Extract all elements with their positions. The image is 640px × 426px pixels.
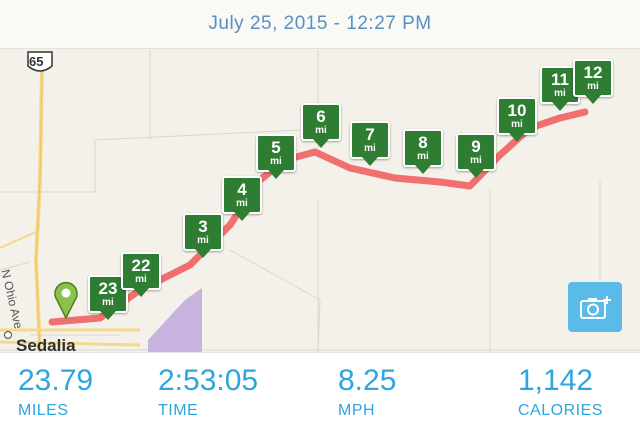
mile-marker[interactable]: 9 mi: [456, 133, 496, 178]
mile-number: 7: [365, 125, 375, 144]
mile-number: 9: [471, 137, 481, 156]
stat-mph: 8.25 MPH: [338, 365, 396, 420]
mile-unit: mi: [470, 155, 482, 166]
mile-unit: mi: [236, 198, 248, 209]
mile-unit: mi: [511, 119, 523, 130]
mile-number: 8: [418, 133, 428, 152]
park-area: [148, 288, 202, 352]
route-map[interactable]: 65 N Ohio Ave Sedalia 23 mi 22 mi 3 mi 4 mi …: [0, 0, 640, 355]
stat-value: 2:53:05: [158, 364, 259, 397]
mile-marker[interactable]: 12 mi: [573, 59, 613, 104]
stat-miles: 23.79 MILES: [18, 365, 93, 420]
mile-unit: mi: [554, 88, 566, 99]
workout-datetime: July 25, 2015 - 12:27 PM: [208, 13, 432, 34]
stat-value: 23.79: [18, 364, 94, 397]
stat-label: CALORIES: [518, 402, 603, 419]
mile-number: 10: [507, 101, 527, 120]
mile-marker[interactable]: 7 mi: [350, 121, 390, 166]
mile-number: 23: [98, 279, 118, 298]
mile-number: 22: [131, 256, 151, 275]
stat-label: TIME: [158, 402, 199, 419]
mile-unit: mi: [417, 151, 429, 162]
stat-calories: 1,142 CALORIES: [518, 365, 603, 420]
mile-marker[interactable]: 10 mi: [497, 97, 537, 142]
mile-number: 12: [583, 63, 603, 82]
stat-label: MILES: [18, 402, 69, 419]
stat-value: 8.25: [338, 364, 397, 397]
mile-unit: mi: [197, 235, 209, 246]
stats-bar: 23.79 MILES 2:53:05 TIME 8.25 MPH 1,142 …: [0, 352, 640, 426]
mile-unit: mi: [315, 125, 327, 136]
mile-marker[interactable]: 22 mi: [121, 252, 161, 297]
mile-number: 11: [551, 70, 569, 89]
mile-number: 4: [237, 180, 247, 199]
mile-marker[interactable]: 5 mi: [256, 134, 296, 179]
camera-plus-icon: [580, 296, 611, 319]
header-bar: July 25, 2015 - 12:27 PM: [0, 0, 640, 49]
mile-number: 6: [316, 107, 326, 126]
mile-number: 5: [271, 138, 281, 157]
mile-unit: mi: [587, 81, 599, 92]
stat-time: 2:53:05 TIME: [158, 365, 258, 420]
mile-marker[interactable]: 6 mi: [301, 103, 341, 148]
city-dot: [4, 331, 12, 339]
mile-number: 3: [198, 217, 208, 236]
mile-marker[interactable]: 4 mi: [222, 176, 262, 221]
mile-marker[interactable]: 8 mi: [403, 129, 443, 174]
mile-unit: mi: [364, 143, 376, 154]
highway-number: 65: [29, 54, 44, 69]
add-photo-button[interactable]: [568, 282, 622, 332]
mile-unit: mi: [135, 274, 147, 285]
start-pin-icon[interactable]: [52, 280, 80, 320]
stat-label: MPH: [338, 402, 376, 419]
mile-marker[interactable]: 3 mi: [183, 213, 223, 258]
mile-unit: mi: [102, 297, 114, 308]
mile-unit: mi: [270, 156, 282, 167]
stat-value: 1,142: [518, 364, 594, 397]
